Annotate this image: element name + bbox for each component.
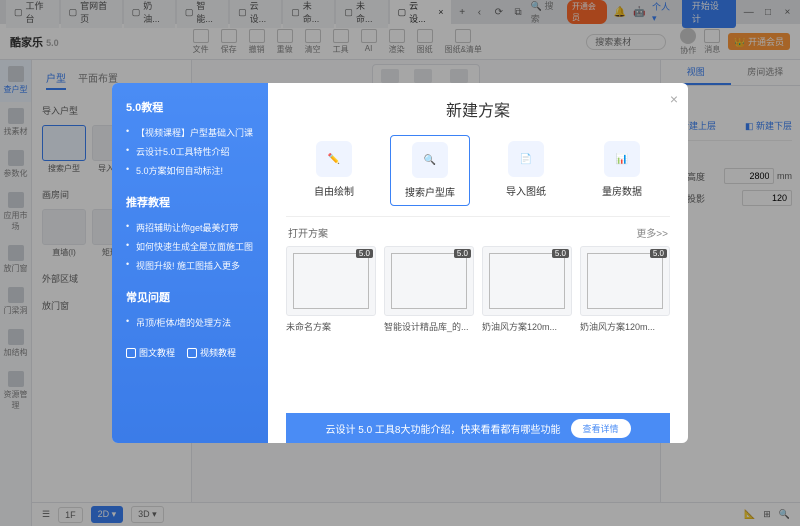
faq-title: 常见问题 — [126, 289, 254, 305]
tutorial-rec-title: 推荐教程 — [126, 194, 254, 210]
tutorial-link[interactable]: 吊顶/柜体/墙的处理方法 — [126, 313, 254, 332]
open-project-title: 打开方案 — [288, 225, 328, 240]
modal-title: 新建方案 — [286, 97, 670, 121]
new-project-modal: 5.0教程 【视频课程】户型基础入门课云设计5.0工具特性介绍5.0方案如何自动… — [112, 83, 688, 443]
more-projects-link[interactable]: 更多>> — [636, 225, 668, 240]
tutorial-link[interactable]: 两招辅助让你get最美灯带 — [126, 218, 254, 237]
project-card[interactable]: 5.0奶油风方案120m... — [482, 246, 572, 333]
modal-banner: 云设计 5.0 工具8大功能介绍，快来看看都有哪些功能 查看详情 — [286, 413, 670, 443]
banner-text: 云设计 5.0 工具8大功能介绍，快来看看都有哪些功能 — [325, 421, 560, 436]
create-option[interactable]: 🔍搜索户型库 — [390, 135, 470, 206]
create-option[interactable]: 📄导入图纸 — [486, 135, 566, 206]
create-option[interactable]: 📊量房数据 — [582, 135, 662, 206]
tutorial-link[interactable]: 5.0方案如何自动标注! — [126, 161, 254, 180]
tutorial-link[interactable]: 【视频课程】户型基础入门课 — [126, 123, 254, 142]
project-card[interactable]: 5.0智能设计精品库_的... — [384, 246, 474, 333]
project-card[interactable]: 5.0未命名方案 — [286, 246, 376, 333]
video-tutorial-link[interactable]: 视频教程 — [187, 346, 236, 359]
tutorial-link[interactable]: 云设计5.0工具特性介绍 — [126, 142, 254, 161]
text-tutorial-link[interactable]: 图文教程 — [126, 346, 175, 359]
tutorial-link[interactable]: 视图升级! 施工图插入更多 — [126, 256, 254, 275]
banner-details-button[interactable]: 查看详情 — [571, 419, 631, 438]
project-card[interactable]: 5.0奶油风方案120m... — [580, 246, 670, 333]
modal-sidebar: 5.0教程 【视频课程】户型基础入门课云设计5.0工具特性介绍5.0方案如何自动… — [112, 83, 268, 443]
modal-overlay: 5.0教程 【视频课程】户型基础入门课云设计5.0工具特性介绍5.0方案如何自动… — [0, 0, 800, 526]
modal-close-button[interactable]: × — [670, 91, 678, 107]
create-option[interactable]: ✏️自由绘制 — [294, 135, 374, 206]
tutorial-link[interactable]: 如何快速生成全屋立面施工图 — [126, 237, 254, 256]
tutorial-5-title: 5.0教程 — [126, 99, 254, 115]
